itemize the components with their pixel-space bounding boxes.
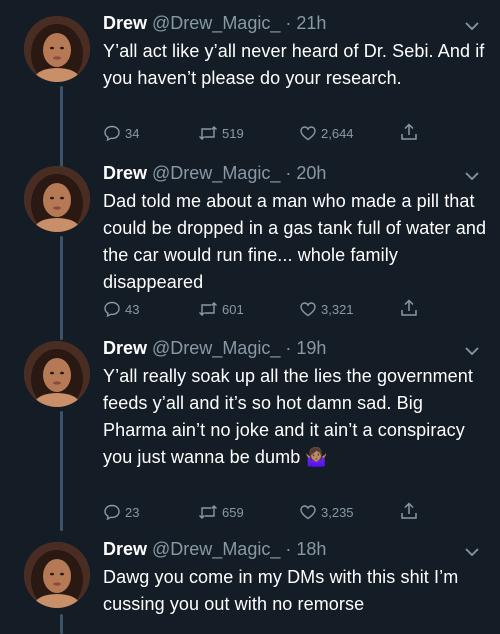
reply-icon	[104, 504, 120, 521]
display-name[interactable]: Drew	[103, 163, 147, 183]
retweet-icon	[199, 505, 217, 519]
tweet[interactable]: Drew @Drew_Magic_ · 18h Dawg you come in…	[0, 539, 500, 634]
like-count: 3,235	[321, 504, 354, 520]
retweet-icon	[199, 302, 217, 316]
retweet-count: 659	[222, 504, 244, 520]
thread-line	[60, 411, 63, 531]
handle[interactable]: @Drew_Magic_	[152, 338, 280, 358]
retweet-button[interactable]: 659	[198, 503, 244, 521]
avatar[interactable]	[24, 166, 90, 232]
reply-button[interactable]: 23	[103, 503, 139, 521]
tweet-text: Dad told me about a man who made a pill …	[103, 191, 487, 292]
reply-icon	[104, 301, 120, 318]
timestamp[interactable]: · 20h	[285, 163, 326, 183]
tweet-text: Dawg you come in my DMs with this shit I…	[103, 567, 459, 614]
tweet[interactable]: Drew @Drew_Magic_ · 21h Y’all act like y…	[0, 13, 500, 172]
thread-line	[60, 614, 63, 634]
display-name[interactable]: Drew	[103, 338, 147, 358]
thread-line	[60, 86, 63, 172]
share-icon[interactable]	[399, 122, 419, 142]
chevron-down-icon[interactable]	[462, 341, 482, 361]
like-button[interactable]: 3,321	[299, 300, 354, 318]
retweet-count: 519	[222, 125, 244, 141]
retweet-button[interactable]: 601	[198, 300, 244, 318]
share-icon[interactable]	[399, 298, 419, 318]
avatar[interactable]	[24, 341, 90, 407]
tweet-actions: 23 659 3,235	[103, 501, 433, 523]
timestamp[interactable]: · 19h	[285, 338, 326, 358]
thread-line	[60, 236, 63, 340]
retweet-icon	[199, 126, 217, 140]
chevron-down-icon[interactable]	[462, 542, 482, 562]
heart-icon	[300, 126, 316, 141]
handle[interactable]: @Drew_Magic_	[152, 163, 280, 183]
tweet[interactable]: Drew @Drew_Magic_ · 20h Dad told me abou…	[0, 163, 500, 341]
display-name[interactable]: Drew	[103, 13, 147, 33]
tweet-text: Y’all really soak up all the lies the go…	[103, 366, 473, 467]
reply-count: 23	[125, 504, 140, 520]
retweet-button[interactable]: 519	[198, 124, 244, 142]
tweet-header: Drew @Drew_Magic_ · 18h	[103, 538, 326, 560]
like-button[interactable]: 3,235	[299, 503, 354, 521]
avatar[interactable]	[24, 542, 90, 608]
like-button[interactable]: 2,644	[299, 124, 354, 142]
share-icon[interactable]	[399, 501, 419, 521]
display-name[interactable]: Drew	[103, 539, 147, 559]
tweet-header: Drew @Drew_Magic_ · 20h	[103, 162, 326, 184]
reply-button[interactable]: 43	[103, 300, 139, 318]
tweet-text: Y’all act like y’all never heard of Dr. …	[103, 41, 485, 88]
like-count: 2,644	[321, 125, 354, 141]
handle[interactable]: @Drew_Magic_	[152, 13, 280, 33]
handle[interactable]: @Drew_Magic_	[152, 539, 280, 559]
timestamp[interactable]: · 21h	[285, 13, 326, 33]
timestamp[interactable]: · 18h	[285, 539, 326, 559]
reply-icon	[104, 125, 120, 142]
retweet-count: 601	[222, 301, 244, 317]
tweet-header: Drew @Drew_Magic_ · 21h	[103, 12, 326, 34]
tweet-header: Drew @Drew_Magic_ · 19h	[103, 337, 326, 359]
chevron-down-icon[interactable]	[462, 16, 482, 36]
tweet-actions: 34 519 2,644	[103, 122, 433, 144]
heart-icon	[300, 302, 316, 317]
reply-count: 34	[125, 125, 140, 141]
like-count: 3,321	[321, 301, 354, 317]
chevron-down-icon[interactable]	[462, 166, 482, 186]
reply-button[interactable]: 34	[103, 124, 139, 142]
tweet-actions: 43 601 3,321	[103, 298, 433, 320]
heart-icon	[300, 505, 316, 520]
avatar[interactable]	[24, 16, 90, 82]
tweet[interactable]: Drew @Drew_Magic_ · 19h Y’all really soa…	[0, 338, 500, 531]
reply-count: 43	[125, 301, 140, 317]
